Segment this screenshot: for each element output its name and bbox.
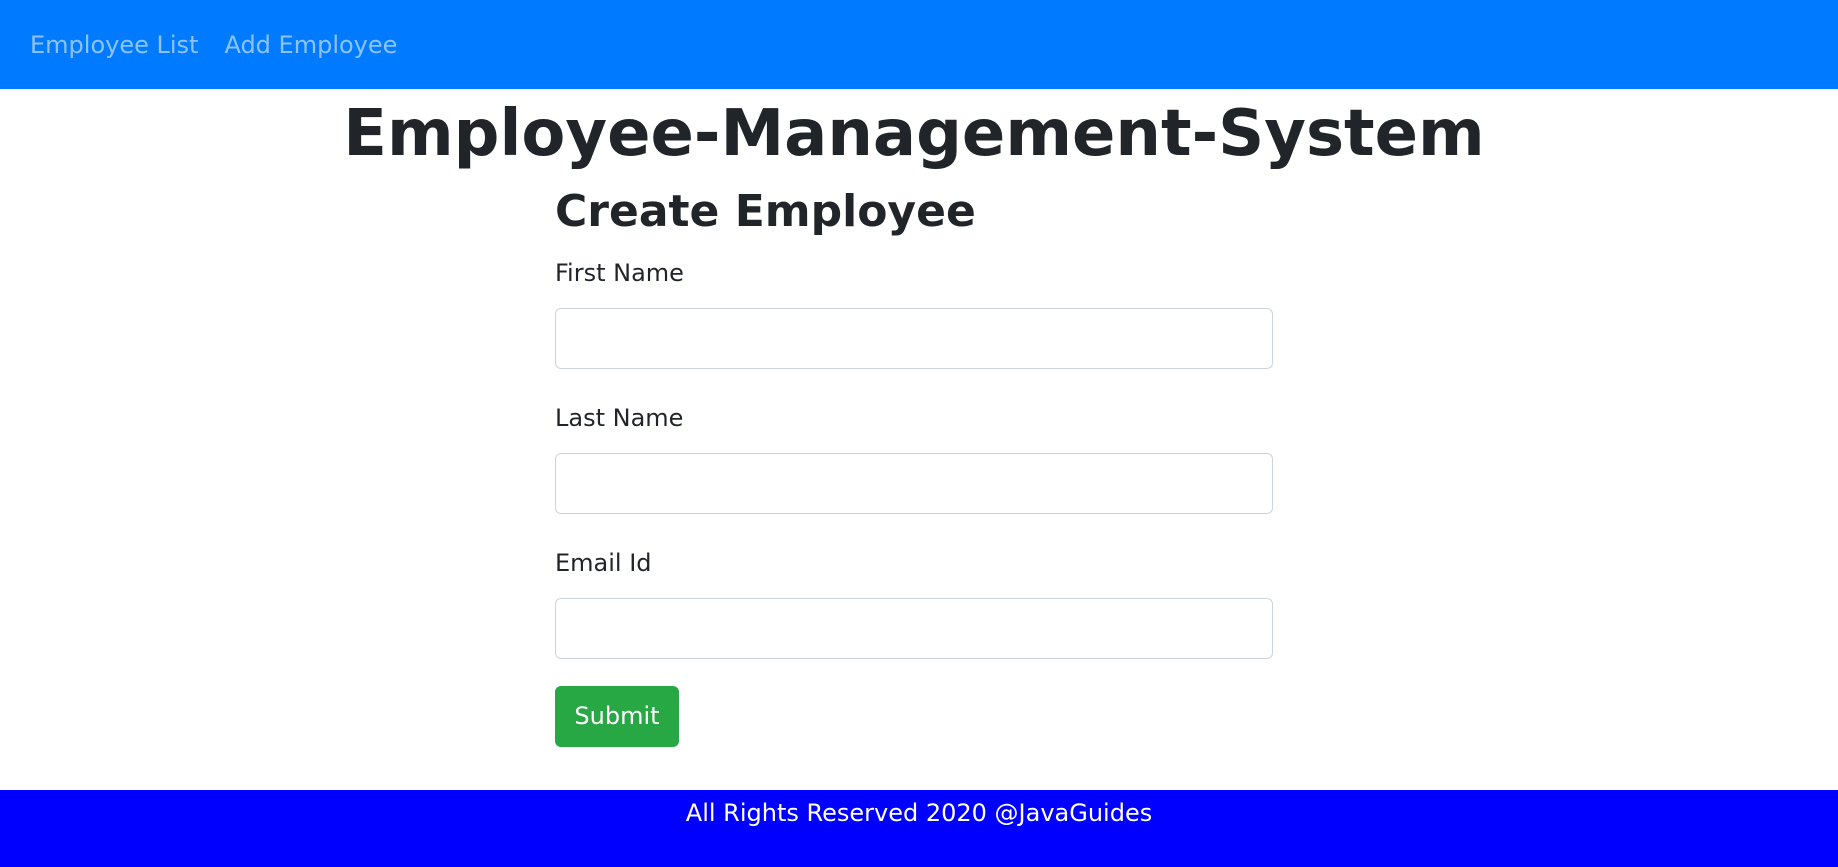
email-id-label: Email Id [555, 549, 652, 577]
page: Employee List Add Employee Employee-Mana… [0, 0, 1838, 867]
nav-link-employee-list[interactable]: Employee List [30, 33, 198, 57]
footer-copyright-text: All Rights Reserved 2020 @JavaGuides [685, 799, 1153, 827]
last-name-group: Last Name [555, 403, 1273, 514]
first-name-group: First Name [555, 258, 1273, 369]
email-id-group: Email Id [555, 548, 1273, 659]
create-employee-form: Create Employee First Name Last Name Ema… [555, 184, 1273, 747]
app-title: Employee-Management-System [343, 97, 1485, 171]
first-name-input[interactable] [555, 308, 1273, 369]
email-id-input[interactable] [555, 598, 1273, 659]
last-name-input[interactable] [555, 453, 1273, 514]
top-navbar: Employee List Add Employee [0, 0, 1838, 89]
last-name-label: Last Name [555, 404, 684, 432]
nav-link-add-employee[interactable]: Add Employee [224, 33, 397, 57]
first-name-label: First Name [555, 259, 684, 287]
footer: All Rights Reserved 2020 @JavaGuides [0, 790, 1838, 867]
submit-button[interactable]: Submit [555, 686, 679, 747]
form-title: Create Employee [555, 186, 976, 237]
